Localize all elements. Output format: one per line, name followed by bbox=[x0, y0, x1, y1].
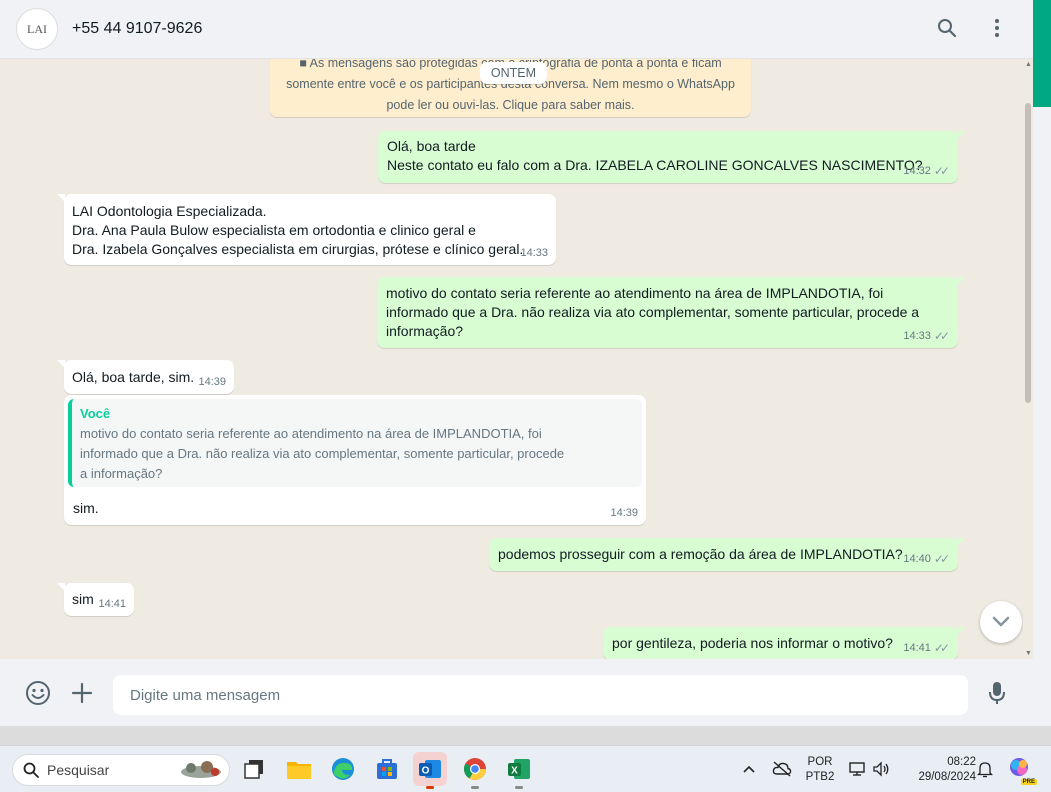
microsoft-store-icon[interactable] bbox=[370, 752, 404, 786]
scroll-down-arrow-icon[interactable]: ▼ bbox=[1025, 650, 1032, 657]
cloud-offline-icon[interactable] bbox=[768, 752, 796, 786]
message-list[interactable]: ■ As mensagens são protegidas com a crip… bbox=[0, 59, 1023, 659]
window-accent-strip bbox=[1033, 0, 1051, 107]
volume-icon[interactable] bbox=[870, 752, 892, 786]
date-chip: ONTEM bbox=[480, 62, 547, 84]
scroll-up-arrow-icon[interactable]: ▲ bbox=[1025, 61, 1032, 68]
message-meta: 14:33 ✓✓ bbox=[903, 327, 950, 346]
search-icon[interactable] bbox=[935, 16, 959, 40]
message-text: por gentileza, poderia nos informar o mo… bbox=[612, 635, 893, 651]
notification-bell-icon[interactable] bbox=[974, 752, 996, 786]
bubble-tail bbox=[57, 583, 65, 591]
message-meta: 14:41 ✓✓ bbox=[903, 639, 950, 658]
message-time: 14:41 bbox=[903, 642, 931, 654]
bubble-tail bbox=[57, 360, 65, 368]
message-meta: 14:32 ✓✓ bbox=[903, 162, 950, 181]
clock-time: 08:22 bbox=[947, 756, 976, 768]
active-app-indicator bbox=[426, 786, 434, 789]
message-text: LAI Odontologia Especializada. Dra. Ana … bbox=[72, 203, 524, 257]
clock-date: 29/08/2024 bbox=[918, 771, 976, 783]
scroll-to-bottom-button[interactable] bbox=[980, 601, 1022, 643]
taskbar-search[interactable]: Pesquisar bbox=[12, 754, 230, 786]
message-time: 14:32 bbox=[903, 165, 931, 177]
chrome-icon[interactable] bbox=[458, 752, 492, 789]
input-language-indicator[interactable]: POR PTB2 bbox=[802, 755, 838, 785]
message-time: 14:33 bbox=[903, 330, 931, 342]
taskbar-search-label: Pesquisar bbox=[47, 762, 110, 778]
chat-header: LAI +55 44 9107-9626 bbox=[0, 0, 1033, 59]
contact-name[interactable]: +55 44 9107-9626 bbox=[72, 20, 202, 38]
edge-browser-icon[interactable] bbox=[326, 752, 360, 786]
message-time: 14:41 bbox=[98, 598, 126, 610]
chevron-down-icon bbox=[992, 616, 1010, 627]
outgoing-message[interactable]: podemos prosseguir com a remoção da área… bbox=[489, 538, 965, 571]
system-clock[interactable]: 08:22 29/08/2024 bbox=[900, 755, 976, 785]
message-time: 14:33 bbox=[520, 247, 548, 259]
window-right-edge bbox=[1033, 107, 1051, 745]
message-text: podemos prosseguir com a remoção da área… bbox=[498, 546, 903, 562]
read-ticks-icon: ✓✓ bbox=[933, 329, 950, 343]
read-ticks-icon: ✓✓ bbox=[933, 164, 950, 178]
running-app-indicator bbox=[515, 786, 523, 789]
emoji-icon[interactable] bbox=[24, 679, 52, 707]
search-highlight-illustration-icon bbox=[181, 761, 221, 778]
kebab-menu-icon[interactable] bbox=[985, 16, 1009, 40]
microphone-icon[interactable] bbox=[983, 679, 1011, 707]
chevron-up-icon[interactable] bbox=[736, 752, 762, 786]
message-text: sim. bbox=[73, 500, 99, 516]
incoming-message[interactable]: LAI Odontologia Especializada. Dra. Ana … bbox=[57, 194, 556, 265]
language-code: POR bbox=[807, 756, 833, 768]
outgoing-message[interactable]: motivo do contato seria referente ao ate… bbox=[377, 277, 965, 348]
file-explorer-icon[interactable] bbox=[282, 752, 316, 786]
read-ticks-icon: ✓✓ bbox=[933, 641, 950, 655]
copilot-icon[interactable]: PRE bbox=[1005, 752, 1037, 786]
chat-scrollbar[interactable]: ▲ ▼ bbox=[1023, 59, 1033, 659]
bubble-tail bbox=[57, 194, 65, 202]
outgoing-message[interactable]: por gentileza, poderia nos informar o mo… bbox=[603, 627, 965, 659]
message-meta: 14:39 bbox=[610, 504, 638, 523]
message-meta: 14:41 bbox=[98, 595, 126, 614]
search-icon bbox=[23, 762, 39, 778]
incoming-reply-message[interactable]: Você motivo do contato seria referente a… bbox=[64, 395, 646, 525]
encryption-notice-line: pode ler ou ouvi-las. Clique para saber … bbox=[386, 98, 635, 112]
outlook-icon[interactable]: O bbox=[413, 752, 447, 789]
incoming-message[interactable]: sim 14:41 bbox=[57, 583, 134, 616]
keyboard-layout: PTB2 bbox=[805, 771, 835, 783]
message-meta: 14:40 ✓✓ bbox=[903, 550, 950, 569]
svg-text:O: O bbox=[422, 766, 430, 777]
network-icon[interactable] bbox=[846, 752, 868, 786]
bubble-tail bbox=[957, 277, 965, 285]
excel-icon[interactable]: X bbox=[502, 752, 536, 789]
outgoing-message[interactable]: Olá, boa tarde Neste contato eu falo com… bbox=[378, 131, 965, 183]
svg-text:X: X bbox=[511, 766, 518, 777]
window-bottom-edge bbox=[0, 726, 1051, 745]
bubble-tail bbox=[957, 627, 965, 635]
message-text: motivo do contato seria referente ao ate… bbox=[386, 285, 920, 339]
message-text: Olá, boa tarde Neste contato eu falo com… bbox=[387, 138, 923, 173]
running-app-indicator bbox=[471, 786, 479, 789]
task-view-icon[interactable] bbox=[237, 752, 271, 786]
scrollbar-thumb[interactable] bbox=[1025, 103, 1031, 403]
message-meta: 14:39 bbox=[198, 373, 226, 392]
incoming-message[interactable]: Olá, boa tarde, sim. 14:39 bbox=[57, 360, 234, 394]
contact-avatar[interactable]: LAI bbox=[16, 8, 58, 50]
os-taskbar: Pesquisar O X POR PTB2 08:22 29/08/2024 … bbox=[0, 745, 1051, 792]
message-time: 14:39 bbox=[610, 507, 638, 519]
quoted-message[interactable]: Você motivo do contato seria referente a… bbox=[68, 399, 642, 487]
preview-badge: PRE bbox=[1020, 779, 1037, 785]
bubble-tail bbox=[957, 538, 965, 546]
quote-text: motivo do contato seria referente ao ate… bbox=[80, 426, 565, 481]
message-time: 14:39 bbox=[198, 376, 226, 388]
message-meta: 14:33 bbox=[520, 244, 548, 263]
avatar-logo-text: LAI bbox=[27, 21, 47, 36]
plus-icon[interactable] bbox=[68, 679, 96, 707]
bubble-tail bbox=[957, 131, 965, 139]
message-composer bbox=[0, 659, 1033, 726]
read-ticks-icon: ✓✓ bbox=[933, 552, 950, 566]
message-time: 14:40 bbox=[903, 553, 931, 565]
message-input[interactable] bbox=[113, 675, 968, 715]
quote-author: Você bbox=[80, 406, 111, 421]
